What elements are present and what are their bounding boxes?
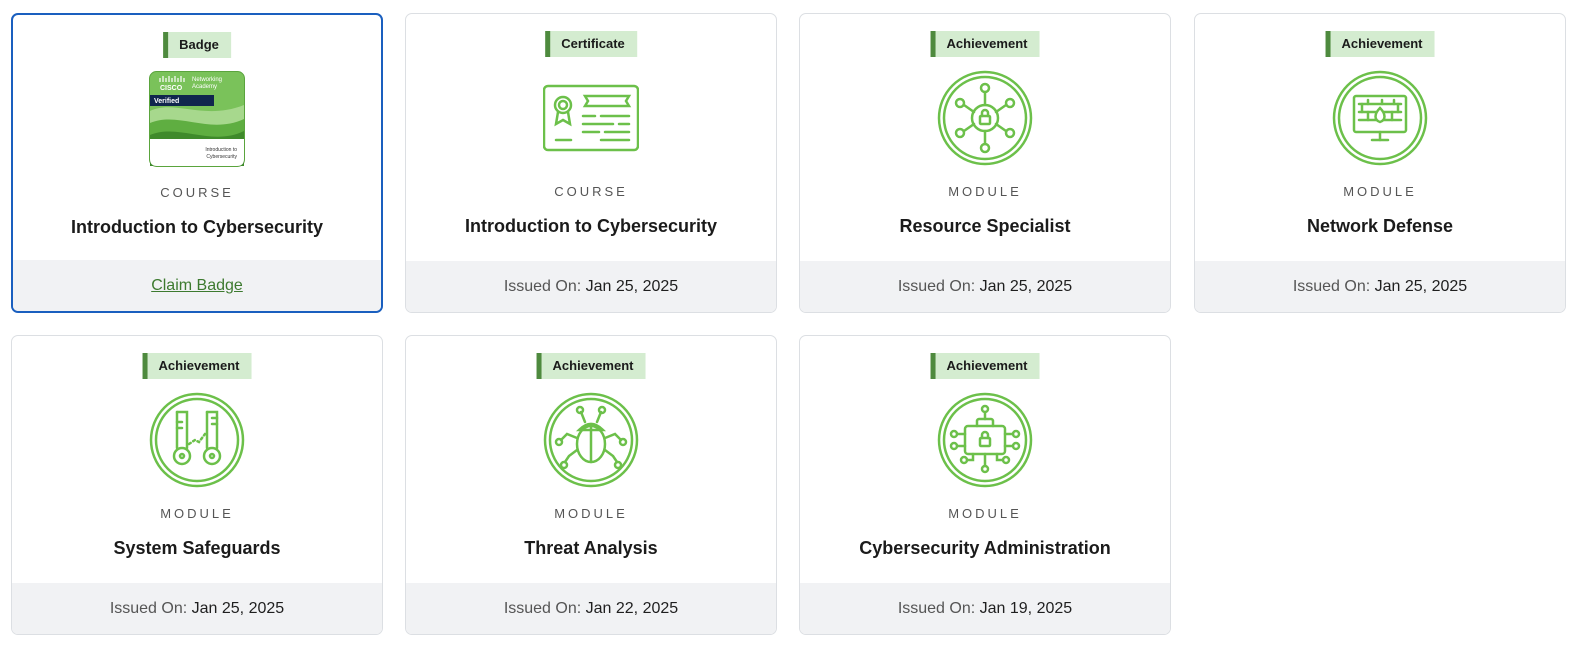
card-category: COURSE [554, 184, 628, 199]
issued-on-label: Issued On: [503, 600, 582, 617]
issued-date: Jan 22, 2025 [585, 600, 679, 617]
achievement-card-cybersecurity-administration[interactable]: Achievement MODULE Cybersecurity Adminis… [799, 335, 1171, 635]
issued-date: Jan 25, 2025 [585, 278, 679, 295]
card-footer: Issued On: Jan 22, 2025 [406, 583, 776, 634]
card-title: Introduction to Cybersecurity [464, 216, 718, 236]
badge-type-tag: Achievement [930, 353, 1040, 379]
card-title: Resource Specialist [899, 216, 1071, 236]
keys-icon [149, 392, 245, 488]
badge-type-tag: Achievement [1325, 31, 1435, 57]
badge-type-tag: Achievement [142, 353, 252, 379]
badge-course-text-2: Cybersecurity [206, 154, 237, 160]
card-title: Cybersecurity Administration [859, 538, 1111, 558]
issued-on-label: Issued On: [1292, 278, 1371, 295]
card-footer: Issued On: Jan 25, 2025 [12, 583, 382, 634]
cisco-verified-badge-icon: CISCO Networking Academy Verified Introd… [149, 71, 245, 167]
badge-type-tag: Certificate [545, 31, 637, 57]
issued-date: Jan 19, 2025 [979, 600, 1073, 617]
badge-type-tag: Achievement [930, 31, 1040, 57]
issued-date: Jan 25, 2025 [1374, 278, 1468, 295]
badge-vendor-text: CISCO [160, 85, 183, 92]
badge-type-tag: Badge [163, 32, 231, 58]
card-title: System Safeguards [113, 538, 281, 558]
badge-verified-text: Verified [154, 98, 179, 105]
issued-on-label: Issued On: [897, 600, 976, 617]
firewall-monitor-icon [1332, 70, 1428, 166]
card-category: COURSE [160, 185, 234, 200]
briefcase-lock-icon [937, 392, 1033, 488]
badge-type-tag: Achievement [536, 353, 646, 379]
achievement-card-threat-analysis[interactable]: Achievement MODULE Threat Analysis Issue… [405, 335, 777, 635]
card-category: MODULE [948, 184, 1022, 199]
issued-on-label: Issued On: [503, 278, 582, 295]
issued-date: Jan 25, 2025 [191, 600, 285, 617]
card-footer: Issued On: Jan 25, 2025 [1195, 261, 1565, 312]
card-title: Introduction to Cybersecurity [70, 217, 324, 237]
claim-badge-link[interactable]: Claim Badge [151, 277, 243, 294]
card-footer: Issued On: Jan 25, 2025 [406, 261, 776, 312]
card-category: MODULE [160, 506, 234, 521]
issued-date: Jan 25, 2025 [979, 278, 1073, 295]
issued-on-label: Issued On: [897, 278, 976, 295]
achievement-card-network-defense[interactable]: Achievement MODULE Network Defense Issue… [1194, 13, 1566, 313]
achievement-card-system-safeguards[interactable]: Achievement MODULE System Safeguards Iss… [11, 335, 383, 635]
card-footer: Issued On: Jan 25, 2025 [800, 261, 1170, 312]
card-category: MODULE [1343, 184, 1417, 199]
bug-icon [543, 392, 639, 488]
achievement-card-resource-specialist[interactable]: Achievement MODULE Resource Specialist I… [799, 13, 1171, 313]
certificate-icon [543, 70, 639, 166]
badge-course-text-1: Introduction to [205, 147, 237, 153]
card-title: Network Defense [1306, 216, 1454, 236]
badge-card-intro-cybersecurity[interactable]: Badge CISCO Networking Academy Verified … [11, 13, 383, 313]
issued-on-label: Issued On: [109, 600, 188, 617]
card-footer: Issued On: Jan 19, 2025 [800, 583, 1170, 634]
card-footer: Claim Badge [13, 260, 381, 311]
card-title: Threat Analysis [524, 538, 658, 558]
certificate-card-intro-cybersecurity[interactable]: Certificate COURSE Introduction to Cyber… [405, 13, 777, 313]
badge-brand-text-2: Academy [192, 84, 217, 90]
card-category: MODULE [948, 506, 1022, 521]
badge-brand-text: Networking [192, 77, 222, 83]
card-category: MODULE [554, 506, 628, 521]
network-lock-icon [937, 70, 1033, 166]
